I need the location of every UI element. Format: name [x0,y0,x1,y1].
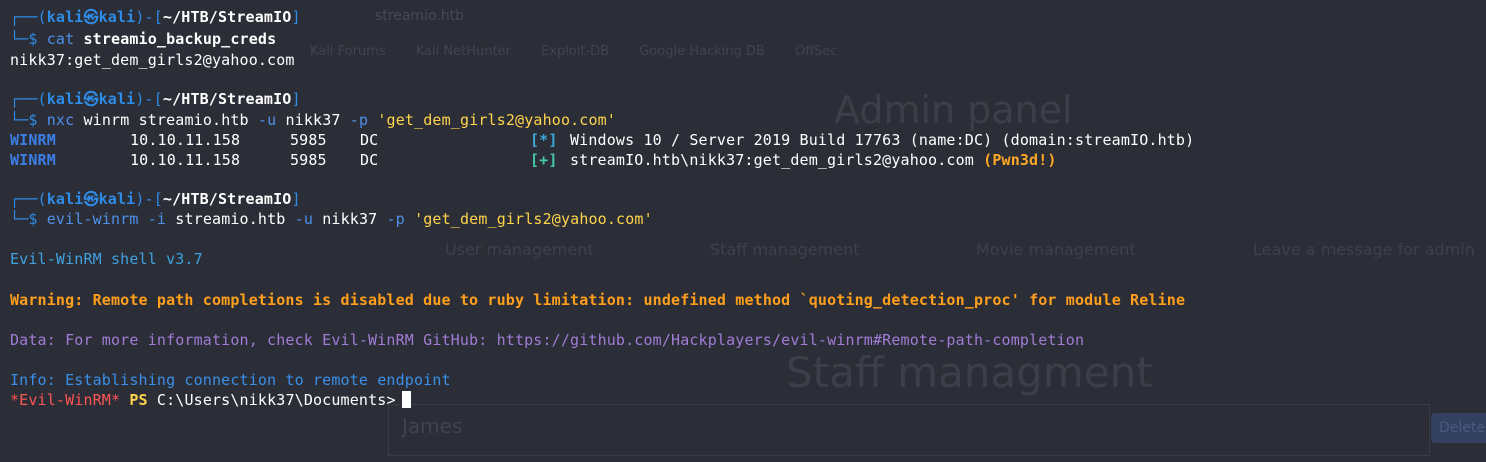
prompt-header: ┌──(kali㉿kali)-[~/HTB/StreamIO] [10,90,301,108]
command-line: └─$ evil-winrm -i streamio.htb -u nikk37… [10,210,653,228]
command-line: └─$ cat streamio_backup_creds [10,30,277,48]
warning-line: Warning: Remote path completions is disa… [10,291,1186,309]
command-output: nikk37:get_dem_girls2@yahoo.com [10,51,295,69]
terminal-window[interactable]: ┌──(kali㉿kali)-[~/HTB/StreamIO] └─$ cat … [0,0,1486,462]
prompt-header: ┌──(kali㉿kali)-[~/HTB/StreamIO] [10,190,301,208]
prompt-header: ┌──(kali㉿kali)-[~/HTB/StreamIO] [10,8,301,26]
ps-prompt[interactable]: *Evil-WinRM* PS C:\Users\nikk37\Document… [10,390,411,410]
info-line: Info: Establishing connection to remote … [10,371,451,389]
evil-winrm-banner: Evil-WinRM shell v3.7 [10,250,203,268]
command-line: └─$ nxc winrm streamio.htb -u nikk37 -p … [10,111,617,129]
data-line: Data: For more information, check Evil-W… [10,331,1085,349]
terminal-cursor [401,391,411,408]
nxc-output-row: WINRM 10.10.11.158 5985 DC [*] Windows 10 / S… [10,131,1195,149]
nxc-output-row: WINRM 10.10.11.158 5985 DC [+] streamIO.htb\n… [10,151,1057,169]
